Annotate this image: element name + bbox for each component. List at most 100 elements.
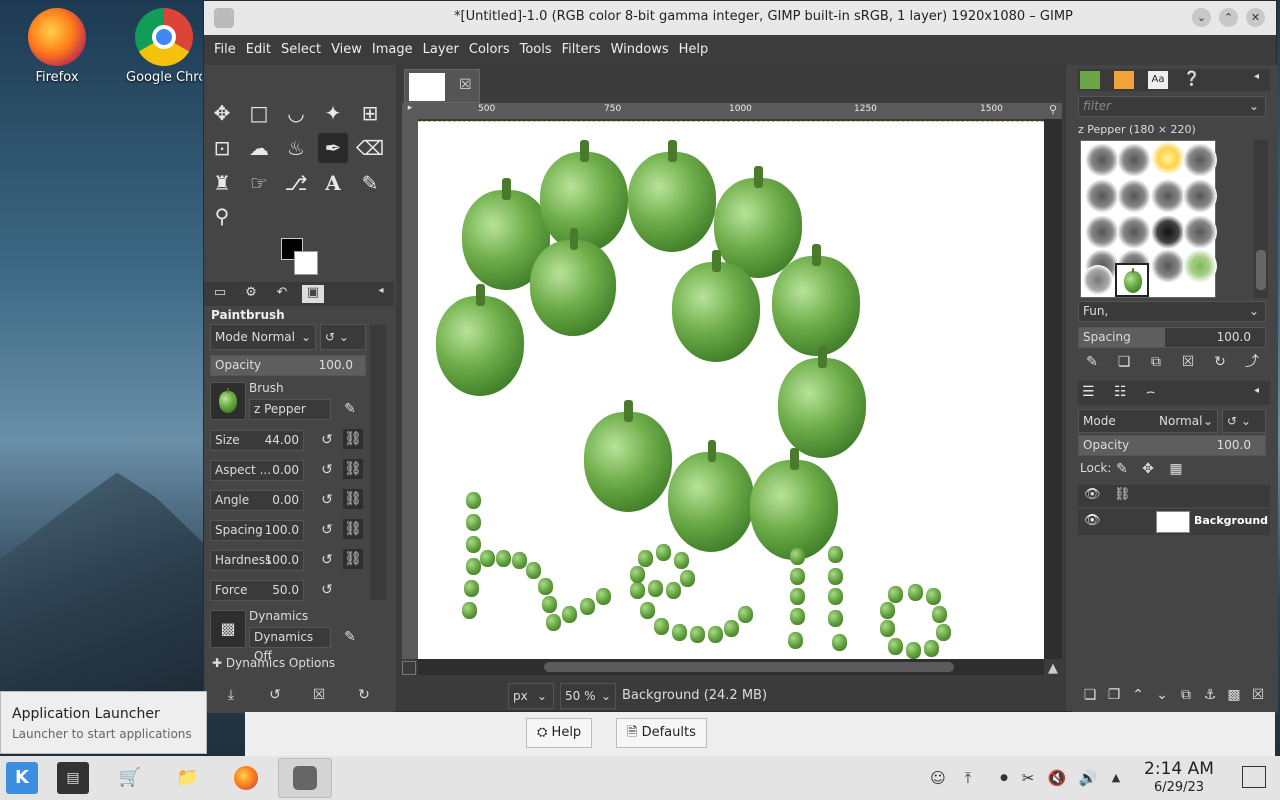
paths-tool-icon[interactable]: ⎇ [281,168,311,198]
reset-size-icon[interactable]: ↺ [317,430,337,450]
force-slider[interactable]: Force 50.0 [210,580,304,601]
refresh-brushes-icon[interactable]: ↻ [1210,352,1230,372]
aspect-slider[interactable]: Aspect ... 0.00 [210,460,304,481]
tool-options-tab-icon[interactable]: ▭ [209,285,231,303]
layer-mode-select[interactable]: Mode Normal ⌄ [1078,409,1218,433]
eye-icon[interactable]: 👁 [1084,513,1101,528]
scroll-thumb[interactable] [544,662,954,672]
brush-grid-scrollbar[interactable] [1254,140,1268,298]
new-brush-icon[interactable]: ❏ [1114,352,1134,372]
bucket-fill-tool-icon[interactable]: ♨ [281,133,311,163]
brush-thumb[interactable] [1085,179,1119,213]
spacing-slider[interactable]: Spacing 100.0 [210,520,304,541]
panel-menu-icon[interactable]: ◂ [370,285,392,303]
dynamics-icon[interactable]: ▩ [210,610,246,648]
brush-thumb[interactable] [1151,249,1185,283]
toggle-quickmask-icon[interactable] [402,661,416,675]
layer-row[interactable]: 👁 Background [1078,509,1270,535]
menu-layer[interactable]: Layer [419,35,465,57]
duplicate-brush-icon[interactable]: ⧉ [1146,352,1166,372]
menu-colors[interactable]: Colors [465,35,516,57]
restore-options-icon[interactable]: ↺ [265,685,285,705]
zoom-fit-icon[interactable]: ⚲ [1044,103,1062,119]
brush-thumb[interactable] [1083,265,1113,295]
lock-position-icon[interactable]: ✥ [1138,459,1158,479]
brush-tag-select[interactable]: Fun, ⌄ [1078,301,1266,322]
delete-layer-icon[interactable]: ☒ [1248,685,1268,705]
smudge-tool-icon[interactable]: ☞ [244,168,274,198]
new-layer-icon[interactable]: ❏ [1080,685,1100,705]
crop-tool-icon[interactable]: ⊞ [355,98,385,128]
transform-tool-icon[interactable]: ⊡ [207,133,237,163]
layer-mode-reset-button[interactable]: ↺ ⌄ [1222,409,1266,433]
menu-help[interactable]: Help [675,35,715,57]
device-status-tab-icon[interactable]: ⚙ [240,285,262,303]
images-tab-icon[interactable]: ▣ [302,285,324,303]
scroll-thumb[interactable] [1256,250,1266,290]
menu-select[interactable]: Select [277,35,327,57]
menu-filters[interactable]: Filters [558,35,607,57]
menu-tools[interactable]: Tools [516,35,558,57]
reset-angle-icon[interactable]: ↺ [317,490,337,510]
store-icon[interactable]: 🛒 [114,762,146,794]
fonts-tab-icon[interactable]: Aa [1148,71,1168,89]
size-slider[interactable]: Size 44.00 [210,430,304,451]
lower-layer-icon[interactable]: ⌄ [1152,685,1172,705]
volume-icon[interactable]: 🔊 [1078,768,1098,788]
menu-file[interactable]: File [204,35,242,57]
updates-icon[interactable]: ⤒ [958,768,978,788]
brush-spacing-slider[interactable]: Spacing 100.0 [1078,327,1266,348]
help-tab-icon[interactable]: ❔ [1182,71,1202,89]
dock-menu-icon[interactable]: ◂ [1254,71,1259,82]
brush-thumb[interactable] [1151,215,1185,249]
move-tool-icon[interactable]: ✥ [207,98,237,128]
eraser-tool-icon[interactable]: ⌫ [355,133,385,163]
canvas-horizontal-scrollbar[interactable] [418,659,1044,675]
minimize-button[interactable]: ⌄ [1192,8,1211,27]
reset-hardness-icon[interactable]: ↺ [317,550,337,570]
mode-reset-button[interactable]: ↺ ⌄ [320,324,366,350]
zoom-tool-icon[interactable]: ⚲ [207,201,237,231]
vertical-ruler[interactable] [402,119,418,659]
mask-layer-icon[interactable]: ▩ [1224,685,1244,705]
tool-options-scrollbar[interactable] [370,325,386,600]
open-brush-as-image-icon[interactable]: ⤴ [1242,352,1262,372]
brush-preview-button[interactable] [210,382,246,420]
paintbrush-tool-icon[interactable]: ✒ [318,133,348,163]
dynamics-field[interactable]: Dynamics Off [249,627,331,663]
delete-options-icon[interactable]: ☒ [309,685,329,705]
text-tool-icon[interactable]: A [318,168,348,198]
tray-expand-icon[interactable]: ▲ [1106,768,1126,788]
brushes-tab-icon[interactable] [1080,71,1100,89]
notification-dot-icon[interactable]: ● [994,768,1014,788]
dock-menu-icon[interactable]: ◂ [1254,385,1259,396]
layers-tab-icon[interactable]: ☰ [1082,384,1095,400]
reset-aspect-icon[interactable]: ↺ [317,460,337,480]
defaults-button[interactable]: 🗎 Defaults [616,718,707,748]
link-angle-icon[interactable]: ⛓ [343,489,363,509]
brush-thumb[interactable] [1085,143,1119,177]
link-aspect-icon[interactable]: ⛓ [343,459,363,479]
clipboard-scissors-icon[interactable]: ✂ [1018,768,1038,788]
maximize-button[interactable]: ⌃ [1219,8,1238,27]
reset-force-icon[interactable]: ↺ [317,580,337,600]
quick-mask-icon[interactable]: ▸ [402,103,418,119]
reset-options-icon[interactable]: ↻ [354,685,374,705]
lasso-tool-icon[interactable]: ◡ [281,98,311,128]
desktop-icon-chrome[interactable]: Google Chro [126,8,202,85]
rect-select-tool-icon[interactable]: □ [244,98,274,128]
reset-spacing-icon[interactable]: ↺ [317,520,337,540]
anchor-layer-icon[interactable]: ⚓ [1200,685,1220,705]
warp-tool-icon[interactable]: ☁ [244,133,274,163]
link-hardness-icon[interactable]: ⛓ [343,549,363,569]
edit-brush-icon[interactable]: ✎ [340,399,360,419]
file-manager-icon[interactable]: 📁 [172,762,204,794]
color-picker-tool-icon[interactable]: ✎ [355,168,385,198]
patterns-tab-icon[interactable] [1114,71,1134,89]
menu-image[interactable]: Image [368,35,419,57]
terminal-icon[interactable]: ▤ [57,762,89,794]
close-button[interactable]: ✕ [1246,8,1265,27]
gimp-taskbar-button[interactable] [278,758,332,798]
lock-pixels-icon[interactable]: ✎ [1112,459,1132,479]
fuzzy-select-tool-icon[interactable]: ✦ [318,98,348,128]
